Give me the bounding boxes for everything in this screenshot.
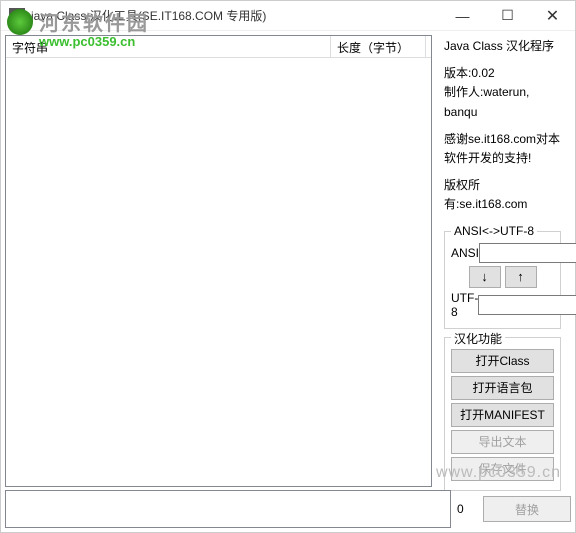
count-label: 0 <box>457 502 477 516</box>
save-file-button[interactable]: 保存文件 <box>451 457 554 481</box>
info-title: Java Class 汉化程序 <box>444 37 561 56</box>
col-string[interactable]: 字符串 <box>6 36 331 57</box>
ansi-utf8-group: ANSI<->UTF-8 ANSI ↓ ↑ UTF-8 <box>444 231 561 329</box>
info-version: 版本:0.02 <box>444 66 495 80</box>
app-window: java Class 汉化工具(SE.IT168.COM 专用版) — ☐ ✕ … <box>0 0 576 533</box>
export-text-button[interactable]: 导出文本 <box>451 430 554 454</box>
replace-button[interactable]: 替换 <box>483 496 571 522</box>
client-area: 字符串 长度（字节） Java Class 汉化程序 版本:0.02 制作人:w… <box>1 31 575 491</box>
open-manifest-button[interactable]: 打开MANIFEST <box>451 403 554 427</box>
minimize-button[interactable]: — <box>440 1 485 30</box>
ansi-label: ANSI <box>451 246 479 260</box>
table-header: 字符串 长度（字节） <box>6 36 431 58</box>
func-group-title: 汉化功能 <box>451 330 505 347</box>
info-thanks: 感谢se.it168.com对本软件开发的支持! <box>444 130 561 168</box>
col-length[interactable]: 长度（字节） <box>331 36 426 57</box>
open-lang-button[interactable]: 打开语言包 <box>451 376 554 400</box>
app-icon <box>9 8 25 24</box>
title-bar: java Class 汉化工具(SE.IT168.COM 专用版) — ☐ ✕ <box>1 1 575 31</box>
info-block: Java Class 汉化程序 版本:0.02 制作人:waterun, ban… <box>444 37 561 223</box>
info-copyright: 版权所有:se.it168.com <box>444 176 561 214</box>
info-author: 制作人:waterun, banqu <box>444 85 529 118</box>
utf8-label: UTF-8 <box>451 291 478 319</box>
ansi-input[interactable] <box>479 243 576 263</box>
string-table[interactable]: 字符串 长度（字节） <box>5 35 432 487</box>
maximize-button[interactable]: ☐ <box>485 1 530 30</box>
side-panel: Java Class 汉化程序 版本:0.02 制作人:waterun, ban… <box>436 31 569 491</box>
left-panel: 字符串 长度（字节） <box>1 31 436 491</box>
convert-up-button[interactable]: ↑ <box>505 266 537 288</box>
utf8-input[interactable] <box>478 295 576 315</box>
close-button[interactable]: ✕ <box>530 1 575 30</box>
bottom-bar: 0 替换 <box>5 490 571 528</box>
edit-textarea[interactable] <box>5 490 451 528</box>
open-class-button[interactable]: 打开Class <box>451 349 554 373</box>
convert-down-button[interactable]: ↓ <box>469 266 501 288</box>
window-title: java Class 汉化工具(SE.IT168.COM 专用版) <box>31 7 440 24</box>
ansi-group-title: ANSI<->UTF-8 <box>451 224 537 238</box>
function-group: 汉化功能 打开Class 打开语言包 打开MANIFEST 导出文本 保存文件 <box>444 337 561 491</box>
window-controls: — ☐ ✕ <box>440 1 575 30</box>
